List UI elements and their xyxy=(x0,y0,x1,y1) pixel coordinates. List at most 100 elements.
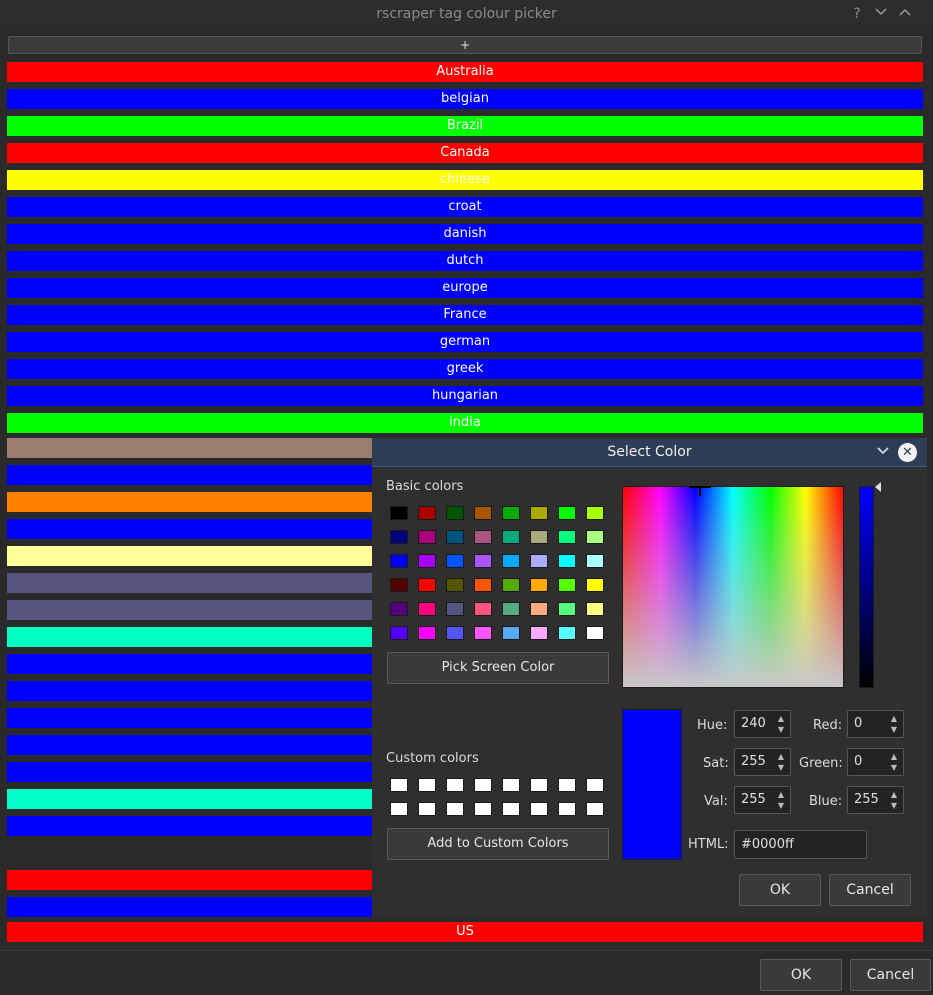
red-spinbox[interactable]: 0 ▲ ▼ xyxy=(847,710,904,738)
tag-row[interactable]: europe xyxy=(7,278,923,298)
tag-row[interactable] xyxy=(7,654,372,674)
tag-row[interactable] xyxy=(7,573,372,593)
close-icon[interactable]: ✕ xyxy=(898,443,917,462)
tag-row[interactable] xyxy=(7,600,372,620)
spin-arrows-icon[interactable]: ▲ ▼ xyxy=(889,789,899,811)
tag-row[interactable]: india xyxy=(7,413,923,433)
basic-color-swatch[interactable] xyxy=(390,554,408,568)
add-to-custom-colors-button[interactable]: Add to Custom Colors xyxy=(387,828,609,860)
basic-color-swatch[interactable] xyxy=(474,602,492,616)
maximize-icon[interactable] xyxy=(896,5,914,23)
basic-color-swatch[interactable] xyxy=(558,554,576,568)
tag-row[interactable]: US xyxy=(7,922,923,942)
tag-row[interactable] xyxy=(7,492,372,512)
basic-color-swatch[interactable] xyxy=(586,602,604,616)
tag-row[interactable]: greek xyxy=(7,359,923,379)
basic-color-swatch[interactable] xyxy=(586,506,604,520)
custom-color-swatch[interactable] xyxy=(446,778,464,792)
ok-button[interactable]: OK xyxy=(760,959,842,991)
tag-row[interactable] xyxy=(7,762,372,782)
tag-row[interactable]: belgian xyxy=(7,89,923,109)
basic-color-swatch[interactable] xyxy=(502,530,520,544)
basic-color-swatch[interactable] xyxy=(474,530,492,544)
tag-row[interactable]: hungarian xyxy=(7,386,923,406)
basic-color-swatch[interactable] xyxy=(558,602,576,616)
basic-color-swatch[interactable] xyxy=(586,554,604,568)
basic-color-swatch[interactable] xyxy=(418,626,436,640)
tag-row[interactable] xyxy=(7,816,372,836)
basic-color-swatch[interactable] xyxy=(586,578,604,592)
tag-row[interactable] xyxy=(7,681,372,701)
tag-row[interactable] xyxy=(7,627,372,647)
dialog-cancel-button[interactable]: Cancel xyxy=(829,874,911,906)
tag-row[interactable]: croat xyxy=(7,197,923,217)
custom-color-swatch[interactable] xyxy=(530,778,548,792)
basic-color-swatch[interactable] xyxy=(390,602,408,616)
basic-color-swatch[interactable] xyxy=(586,530,604,544)
value-slider[interactable] xyxy=(859,486,874,688)
basic-color-swatch[interactable] xyxy=(446,602,464,616)
basic-color-swatch[interactable] xyxy=(418,554,436,568)
spin-arrows-icon[interactable]: ▲ ▼ xyxy=(776,751,786,773)
sat-spinbox[interactable]: 255 ▲ ▼ xyxy=(734,748,791,776)
basic-color-swatch[interactable] xyxy=(418,506,436,520)
tag-row[interactable]: Australia xyxy=(7,62,923,82)
basic-color-swatch[interactable] xyxy=(530,602,548,616)
basic-color-swatch[interactable] xyxy=(474,554,492,568)
tag-row[interactable]: dutch xyxy=(7,251,923,271)
minimize-icon[interactable] xyxy=(872,5,890,23)
tag-row[interactable] xyxy=(7,735,372,755)
spin-arrows-icon[interactable]: ▲ ▼ xyxy=(776,789,786,811)
basic-color-swatch[interactable] xyxy=(530,506,548,520)
basic-color-swatch[interactable] xyxy=(502,626,520,640)
tag-row[interactable]: chinese xyxy=(7,170,923,190)
custom-color-swatch[interactable] xyxy=(474,778,492,792)
slider-arrow-icon[interactable] xyxy=(875,482,881,492)
hue-saturation-picker[interactable] xyxy=(622,486,844,688)
spin-arrows-icon[interactable]: ▲ ▼ xyxy=(776,713,786,735)
html-color-input[interactable]: #0000ff xyxy=(734,830,867,859)
tag-row[interactable]: german xyxy=(7,332,923,352)
tag-row[interactable] xyxy=(7,789,372,809)
tag-row[interactable] xyxy=(7,843,372,863)
basic-color-swatch[interactable] xyxy=(558,506,576,520)
basic-color-swatch[interactable] xyxy=(474,626,492,640)
custom-color-swatch[interactable] xyxy=(474,802,492,816)
basic-color-swatch[interactable] xyxy=(558,530,576,544)
custom-color-swatch[interactable] xyxy=(558,802,576,816)
custom-color-swatch[interactable] xyxy=(502,802,520,816)
basic-color-swatch[interactable] xyxy=(446,530,464,544)
custom-color-swatch[interactable] xyxy=(502,778,520,792)
dialog-ok-button[interactable]: OK xyxy=(739,874,821,906)
custom-color-swatch[interactable] xyxy=(530,802,548,816)
blue-spinbox[interactable]: 255 ▲ ▼ xyxy=(847,786,904,814)
basic-color-swatch[interactable] xyxy=(390,506,408,520)
hue-spinbox[interactable]: 240 ▲ ▼ xyxy=(734,710,791,738)
basic-color-swatch[interactable] xyxy=(586,626,604,640)
custom-color-swatch[interactable] xyxy=(446,802,464,816)
basic-color-swatch[interactable] xyxy=(558,578,576,592)
basic-color-swatch[interactable] xyxy=(446,626,464,640)
custom-color-swatch[interactable] xyxy=(390,778,408,792)
basic-color-swatch[interactable] xyxy=(530,554,548,568)
tag-row[interactable] xyxy=(7,708,372,728)
spin-arrows-icon[interactable]: ▲ ▼ xyxy=(889,751,899,773)
tag-row[interactable] xyxy=(7,519,372,539)
basic-color-swatch[interactable] xyxy=(502,602,520,616)
basic-color-swatch[interactable] xyxy=(446,554,464,568)
custom-color-swatch[interactable] xyxy=(418,778,436,792)
basic-color-swatch[interactable] xyxy=(446,578,464,592)
basic-color-swatch[interactable] xyxy=(390,626,408,640)
basic-color-swatch[interactable] xyxy=(502,578,520,592)
basic-color-swatch[interactable] xyxy=(474,578,492,592)
spin-arrows-icon[interactable]: ▲ ▼ xyxy=(889,713,899,735)
basic-color-swatch[interactable] xyxy=(446,506,464,520)
tag-row[interactable]: Brazil xyxy=(7,116,923,136)
cancel-button[interactable]: Cancel xyxy=(850,959,931,991)
val-spinbox[interactable]: 255 ▲ ▼ xyxy=(734,786,791,814)
tag-row[interactable]: Canada xyxy=(7,143,923,163)
custom-color-swatch[interactable] xyxy=(586,802,604,816)
basic-color-swatch[interactable] xyxy=(558,626,576,640)
pick-screen-color-button[interactable]: Pick Screen Color xyxy=(387,652,609,684)
tag-row[interactable]: danish xyxy=(7,224,923,244)
